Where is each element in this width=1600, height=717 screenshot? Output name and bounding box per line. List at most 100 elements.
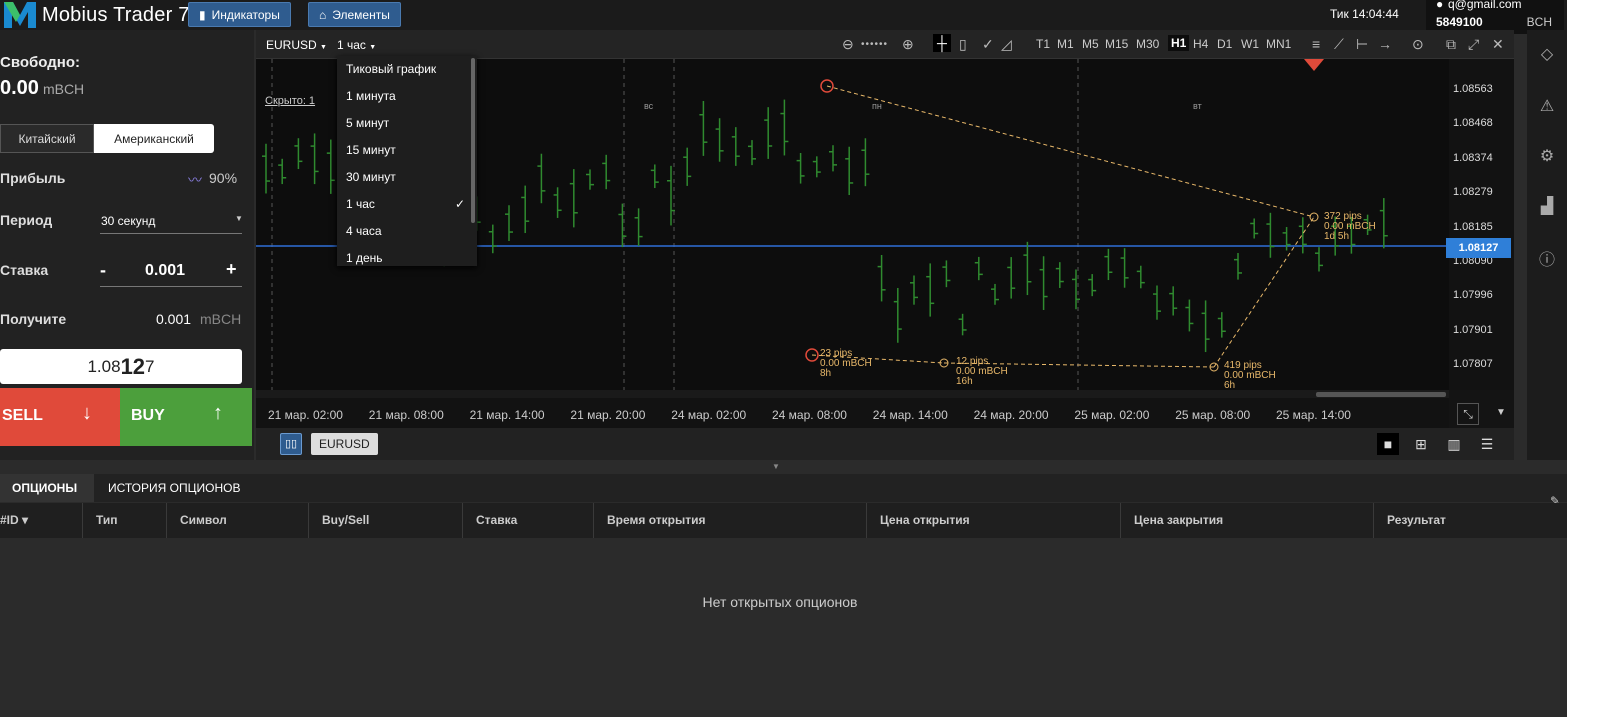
chart-tab-eurusd[interactable]: EURUSD	[311, 433, 378, 455]
price-tick: 1.07996	[1453, 289, 1493, 302]
annotation-text: 16h	[956, 376, 973, 387]
arrow-line-icon[interactable]: →	[1378, 36, 1392, 52]
timeframe-m30[interactable]: M30	[1136, 37, 1159, 51]
trend-line-icon[interactable]: ⟋	[1334, 36, 1344, 53]
time-tick: 25 мар. 02:00	[1074, 408, 1150, 422]
annotation-line	[826, 85, 1315, 218]
column-header[interactable]: Тип	[96, 513, 118, 527]
sell-label: SELL	[2, 407, 43, 424]
empty-table-message: Нет открытых опционов	[702, 594, 858, 610]
symbol-select[interactable]: EURUSD ▼	[266, 38, 327, 52]
elements-button[interactable]: ⌂ Элементы	[308, 2, 401, 27]
indicator-list-icon[interactable]: ≡	[1312, 36, 1320, 52]
indicators-button[interactable]: ▮ Индикаторы	[188, 2, 291, 27]
bar-chart-type-icon[interactable]: ┼	[933, 34, 951, 52]
logo-icon	[4, 2, 36, 28]
annotation-line	[1213, 216, 1315, 368]
close-icon[interactable]: ✕	[1492, 36, 1504, 53]
zoom-slider[interactable]: ••••••	[861, 39, 888, 50]
gear-icon[interactable]: ⚙	[1537, 146, 1557, 166]
column-header[interactable]: Время открытия	[607, 513, 705, 527]
timeframe-mn1[interactable]: MN1	[1266, 37, 1291, 51]
eraser-icon[interactable]: ◇	[1537, 44, 1557, 64]
stake-underline	[100, 286, 242, 287]
profit-label: Прибыль	[0, 170, 66, 186]
stake-plus-button[interactable]: +	[226, 259, 237, 280]
layout-columns-icon[interactable]: ▥	[1443, 433, 1465, 455]
period-option[interactable]: Тиковый график	[346, 62, 436, 76]
scroll-thumb[interactable]	[1316, 392, 1446, 397]
warning-icon[interactable]: ⚠	[1537, 96, 1557, 116]
free-label: Свободно:	[0, 54, 80, 71]
option-type-american[interactable]: Американский	[94, 124, 214, 153]
column-header[interactable]: Buy/Sell	[322, 513, 369, 527]
bar-chart-icon[interactable]: ▟	[1537, 196, 1557, 216]
price-prefix: 1.08	[87, 356, 121, 376]
stake-input[interactable]: 0.001	[145, 262, 185, 280]
current-price-box: 1.08 12 7	[0, 349, 242, 384]
hidden-objects-label[interactable]: Скрыто: 1	[265, 95, 315, 107]
fit-chart-icon[interactable]: ⤡	[1457, 403, 1479, 425]
sell-button[interactable]: SELL ↓	[0, 388, 120, 446]
tab-options-history[interactable]: ИСТОРИЯ ОПЦИОНОВ	[96, 474, 252, 502]
account-box[interactable]: ● q@gmail.com 5849100 BCH	[1426, 0, 1564, 34]
column-header[interactable]: Цена закрытия	[1134, 513, 1223, 527]
annotation-text: 6h	[1224, 380, 1235, 390]
period-option[interactable]: 30 минут	[346, 170, 396, 184]
period-option[interactable]: 15 минут	[346, 143, 396, 157]
period-option[interactable]: 1 день	[346, 251, 383, 265]
column-header[interactable]: Цена открытия	[880, 513, 970, 527]
chevron-circle-icon[interactable]: ⊙	[1412, 36, 1424, 53]
hline-icon[interactable]: ⊢	[1356, 36, 1368, 53]
check-icon: ✓	[455, 197, 466, 211]
timeframe-h4[interactable]: H4	[1193, 37, 1208, 51]
chevron-down-icon[interactable]: ▼	[1496, 407, 1506, 418]
options-table-header: #ID ▾ Тип Символ Buy/Sell Ставка Время открыт…	[0, 503, 1600, 538]
candle-chart-icon[interactable]: ▯	[959, 36, 967, 53]
server-time: Тик 14:04:44	[1330, 7, 1399, 21]
timeframe-t1[interactable]: T1	[1036, 37, 1050, 51]
buy-button[interactable]: BUY ↑	[120, 388, 252, 446]
elements-icon: ⌂	[319, 7, 327, 22]
column-header[interactable]: #ID ▾	[0, 513, 28, 527]
timeframe-d1[interactable]: D1	[1217, 37, 1232, 51]
timeframe-m1[interactable]: M1	[1057, 37, 1074, 51]
column-header[interactable]: Символ	[180, 513, 227, 527]
period-select[interactable]: 30 секунд	[101, 214, 155, 228]
line-chart-icon[interactable]: ✓	[982, 36, 994, 53]
page-edge	[1567, 0, 1600, 717]
period-select-toolbar[interactable]: 1 час ▼	[337, 38, 376, 52]
period-option[interactable]: 4 часа	[346, 224, 382, 238]
stake-minus-button[interactable]: -	[100, 260, 106, 281]
zoom-in-icon[interactable]: ⊕	[902, 36, 914, 53]
account-currency: BCH	[1526, 15, 1552, 29]
price-tick: 1.07807	[1453, 358, 1493, 371]
column-header[interactable]: Ставка	[476, 513, 517, 527]
zoom-out-icon[interactable]: ⊖	[842, 36, 854, 53]
popout-icon[interactable]: ⧉	[1446, 36, 1456, 53]
layout-rows-icon[interactable]: ☰	[1476, 433, 1498, 455]
period-option[interactable]: 5 минут	[346, 116, 389, 130]
price-tick: 1.08279	[1453, 186, 1493, 199]
layout-single-icon[interactable]: ■	[1377, 433, 1399, 455]
chart-list-icon[interactable]: ▯▯	[280, 433, 302, 455]
tab-options[interactable]: ОПЦИОНЫ	[0, 474, 94, 502]
area-chart-icon[interactable]: ◿	[1001, 36, 1012, 53]
column-header[interactable]: Результат	[1387, 513, 1446, 527]
receive-value: 0.001	[156, 311, 192, 327]
layout-grid-icon[interactable]: ⊞	[1410, 433, 1432, 455]
dropdown-scrollbar[interactable]	[471, 58, 475, 223]
option-type-chinese[interactable]: Китайский	[0, 124, 94, 153]
day-label-mon: пн	[872, 101, 882, 111]
time-tick: 21 мар. 08:00	[368, 408, 444, 422]
timeframe-m15[interactable]: M15	[1105, 37, 1128, 51]
chart-scrollbar[interactable]	[256, 390, 1449, 398]
timeframe-m5[interactable]: M5	[1082, 37, 1099, 51]
maximize-icon[interactable]: ⤢	[1468, 36, 1479, 53]
info-icon[interactable]: ⓘ	[1537, 246, 1557, 269]
timeframe-w1[interactable]: W1	[1241, 37, 1259, 51]
period-option[interactable]: 1 минута	[346, 89, 396, 103]
collapse-arrow-icon[interactable]: ▼	[772, 462, 780, 471]
period-option[interactable]: 1 час	[346, 197, 375, 211]
timeframe-h1[interactable]: H1	[1168, 35, 1190, 51]
